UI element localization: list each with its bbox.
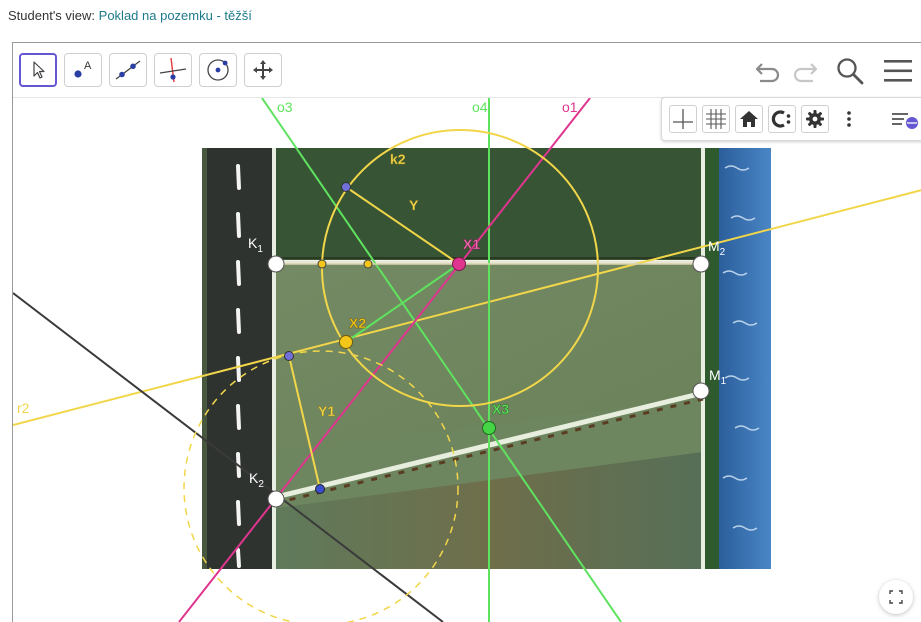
label-k2-sub: 2 [258, 479, 264, 490]
point-a-icon: A [74, 60, 92, 78]
circle-center-icon [207, 59, 229, 81]
settings-button[interactable] [801, 105, 829, 133]
point-k2[interactable] [267, 490, 285, 508]
toolbar: A [13, 43, 921, 98]
grid-toggle-button[interactable] [702, 105, 730, 133]
label-x1: X1 [463, 236, 480, 252]
label-m2-sub: 2 [720, 247, 726, 258]
construction-canvas[interactable]: o3 o4 o1 r2 k2 Y Y1 X1 X2 X3 K1 M2 M1 K2 [13, 98, 921, 622]
point-blue-2[interactable] [284, 351, 294, 361]
label-y: Y [409, 197, 419, 213]
main-menu-button[interactable] [882, 55, 914, 87]
label-style-button[interactable] [768, 105, 796, 133]
move-tool[interactable] [19, 53, 57, 87]
label-y1: Y1 [318, 403, 335, 419]
axes-icon [673, 109, 693, 129]
style-bar [661, 97, 921, 141]
axes-toggle-button[interactable] [669, 105, 697, 133]
point-tool-label: A [84, 60, 92, 72]
more-options-button[interactable] [835, 105, 863, 133]
graphics-view[interactable]: o3 o4 o1 r2 k2 Y Y1 X1 X2 X3 K1 M2 M1 K2 [13, 98, 921, 622]
fullscreen-icon [889, 590, 903, 604]
point-blue-1[interactable] [341, 182, 351, 192]
geogebra-applet: A o3 o4 o1 r2 k2 Y Y1 X1 X2 X3 K1 M2 M1 … [12, 42, 921, 622]
point-x3[interactable] [482, 421, 496, 435]
redo-button[interactable] [789, 55, 821, 87]
label-r2: r2 [17, 400, 30, 416]
label-o3: o3 [277, 99, 293, 115]
label-m1-main: M [709, 367, 721, 383]
style-bar-toggle-icon [892, 113, 918, 129]
home-icon [740, 111, 758, 127]
redo-icon [793, 63, 818, 83]
label-m2-main: M [708, 238, 720, 254]
move-graphics-tool[interactable] [244, 53, 282, 87]
page-header: Student's view: Poklad na pozemku - těžš… [8, 8, 252, 23]
move-arrows-icon [253, 60, 273, 80]
undo-icon [755, 63, 780, 83]
search-button[interactable] [834, 55, 866, 87]
point-yellow-1[interactable] [317, 259, 327, 269]
fullscreen-button[interactable] [879, 580, 913, 614]
circle-tool[interactable] [199, 53, 237, 87]
point-yellow-2[interactable] [363, 259, 373, 269]
label-m1-sub: 1 [721, 376, 727, 387]
point-blue-3[interactable] [315, 484, 325, 494]
undo-button[interactable] [752, 55, 784, 87]
grid-icon [706, 109, 726, 129]
style-bar-toggle-button[interactable] [888, 105, 921, 133]
label-k2-circle: k2 [390, 151, 406, 167]
line-icon [115, 60, 141, 80]
label-style-icon [771, 110, 791, 128]
label-k1-sub: 1 [257, 244, 263, 255]
point-k1[interactable] [267, 255, 285, 273]
home-view-button[interactable] [735, 105, 763, 133]
point-x1[interactable] [452, 257, 466, 271]
point-m2[interactable] [692, 255, 710, 273]
label-x2: X2 [349, 315, 366, 331]
perpendicular-tool[interactable] [154, 53, 192, 87]
point-tool[interactable]: A [64, 53, 102, 87]
point-x2[interactable] [339, 335, 353, 349]
arrow-cursor-icon [33, 61, 45, 79]
header-prefix: Student's view: [8, 8, 96, 23]
perpendicular-line-icon [159, 57, 187, 83]
label-x3: X3 [492, 401, 509, 417]
activity-title-link[interactable]: Poklad na pozemku - těžší [99, 8, 252, 23]
label-o1: o1 [562, 99, 578, 115]
line-tool[interactable] [109, 53, 147, 87]
search-icon [837, 58, 864, 85]
menu-icon [884, 60, 912, 82]
settings-icon [806, 110, 824, 128]
more-icon [847, 111, 851, 127]
point-m1[interactable] [692, 382, 710, 400]
label-o4: o4 [472, 99, 488, 115]
